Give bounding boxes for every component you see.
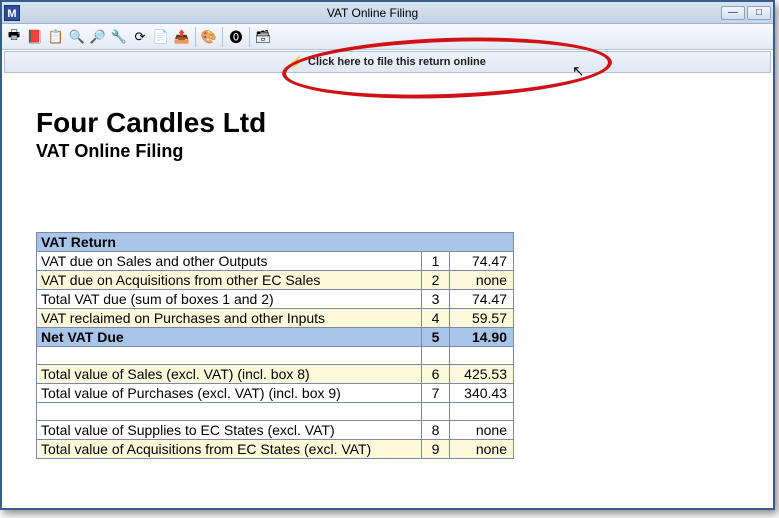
app-icon: M	[4, 5, 20, 21]
lightning-icon: ⚡	[289, 55, 304, 69]
window-title: VAT Online Filing	[24, 6, 721, 20]
net-val: 14.90	[450, 328, 514, 347]
table-header: VAT Return	[37, 233, 514, 252]
zero-icon[interactable]: ⓿	[226, 27, 246, 47]
table-row: VAT due on Acquisitions from other EC Sa…	[37, 271, 514, 290]
report-subtitle: VAT Online Filing	[36, 141, 739, 162]
toolbar-separator	[195, 27, 196, 47]
row-value: 340.43	[450, 384, 514, 403]
row-box: 4	[422, 309, 450, 328]
row-desc: Total VAT due (sum of boxes 1 and 2)	[37, 290, 422, 309]
window-buttons: — □	[721, 6, 771, 20]
company-name: Four Candles Ltd	[36, 107, 739, 139]
zoom-in-icon[interactable]: 🔎	[88, 27, 108, 47]
maximize-button[interactable]: □	[747, 6, 771, 20]
net-box: 5	[422, 328, 450, 347]
titlebar: M VAT Online Filing — □	[2, 2, 773, 24]
row-box: 3	[422, 290, 450, 309]
zoom-out-icon[interactable]: 🔍	[67, 27, 87, 47]
table-row: Total value of Sales (excl. VAT) (incl. …	[37, 365, 514, 384]
clipboard-icon[interactable]: 📋	[46, 27, 66, 47]
minimize-button[interactable]: —	[721, 6, 745, 20]
row-box: 6	[422, 365, 450, 384]
table-row: Total VAT due (sum of boxes 1 and 2)374.…	[37, 290, 514, 309]
copy-icon[interactable]: 📄	[151, 27, 171, 47]
file-online-bar[interactable]: ⚡ Click here to file this return online	[4, 51, 771, 73]
row-desc: Total value of Sales (excl. VAT) (incl. …	[37, 365, 422, 384]
file-online-label: Click here to file this return online	[308, 56, 486, 68]
palette-icon[interactable]: 🎨	[199, 27, 219, 47]
app-window: M VAT Online Filing — □ 🖶📕📋🔍🔎🔧⟳📄📤 🎨 ⓿ 🗃 ⚡ C…	[0, 0, 775, 510]
tools-icon[interactable]: 🔧	[109, 27, 129, 47]
table-row: Total value of Acquisitions from EC Stat…	[37, 440, 514, 459]
row-value: 74.47	[450, 252, 514, 271]
row-desc: VAT due on Sales and other Outputs	[37, 252, 422, 271]
print-icon[interactable]: 🖶	[4, 27, 24, 47]
row-box: 9	[422, 440, 450, 459]
report-content: Four Candles Ltd VAT Online Filing VAT R…	[2, 73, 773, 459]
row-value: 74.47	[450, 290, 514, 309]
toolbar: 🖶📕📋🔍🔎🔧⟳📄📤 🎨 ⓿ 🗃	[2, 24, 773, 50]
net-desc: Net VAT Due	[37, 328, 422, 347]
row-value: none	[450, 440, 514, 459]
row-value: 59.57	[450, 309, 514, 328]
pdf-icon[interactable]: 📕	[25, 27, 45, 47]
export-icon[interactable]: 📤	[172, 27, 192, 47]
table-row: Total value of Purchases (excl. VAT) (in…	[37, 384, 514, 403]
vat-return-table: VAT Return VAT due on Sales and other Ou…	[36, 232, 514, 459]
refresh-icon[interactable]: ⟳	[130, 27, 150, 47]
row-desc: Total value of Acquisitions from EC Stat…	[37, 440, 422, 459]
row-box: 8	[422, 421, 450, 440]
row-desc: VAT reclaimed on Purchases and other Inp…	[37, 309, 422, 328]
table-row: Total value of Supplies to EC States (ex…	[37, 421, 514, 440]
row-desc: Total value of Supplies to EC States (ex…	[37, 421, 422, 440]
row-value: none	[450, 421, 514, 440]
row-box: 1	[422, 252, 450, 271]
table-header-label: VAT Return	[37, 233, 514, 252]
filter-icon[interactable]: 🗃	[253, 27, 273, 47]
row-value: 425.53	[450, 365, 514, 384]
toolbar-separator	[249, 27, 250, 47]
blank-row	[37, 347, 514, 365]
table-row: VAT due on Sales and other Outputs174.47	[37, 252, 514, 271]
row-box: 7	[422, 384, 450, 403]
blank-row	[37, 403, 514, 421]
row-box: 2	[422, 271, 450, 290]
net-vat-row: Net VAT Due 5 14.90	[37, 328, 514, 347]
toolbar-separator	[222, 27, 223, 47]
table-row: VAT reclaimed on Purchases and other Inp…	[37, 309, 514, 328]
row-value: none	[450, 271, 514, 290]
row-desc: VAT due on Acquisitions from other EC Sa…	[37, 271, 422, 290]
row-desc: Total value of Purchases (excl. VAT) (in…	[37, 384, 422, 403]
